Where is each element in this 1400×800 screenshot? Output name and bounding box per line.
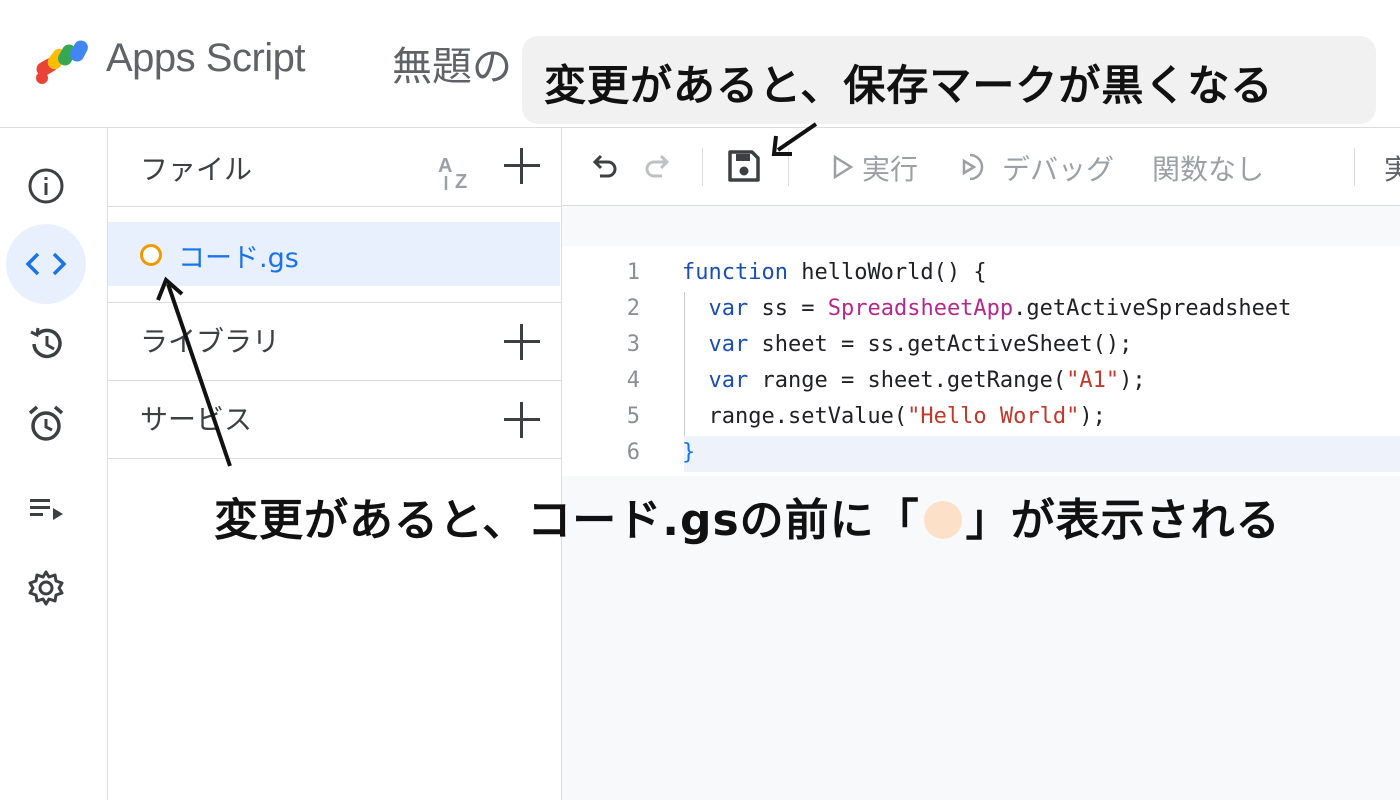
file-hint-text-before: 変更があると、コード.gsの前に「 (214, 495, 920, 546)
file-hint-callout: 変更があると、コード.gsの前に「 」が表示される (214, 484, 1281, 548)
file-arrow (166, 283, 232, 467)
modified-dot-icon (923, 501, 962, 539)
save-arrow (776, 122, 818, 152)
annotation-arrows (156, 122, 818, 467)
file-hint-text-after: 」が表示される (965, 495, 1281, 546)
